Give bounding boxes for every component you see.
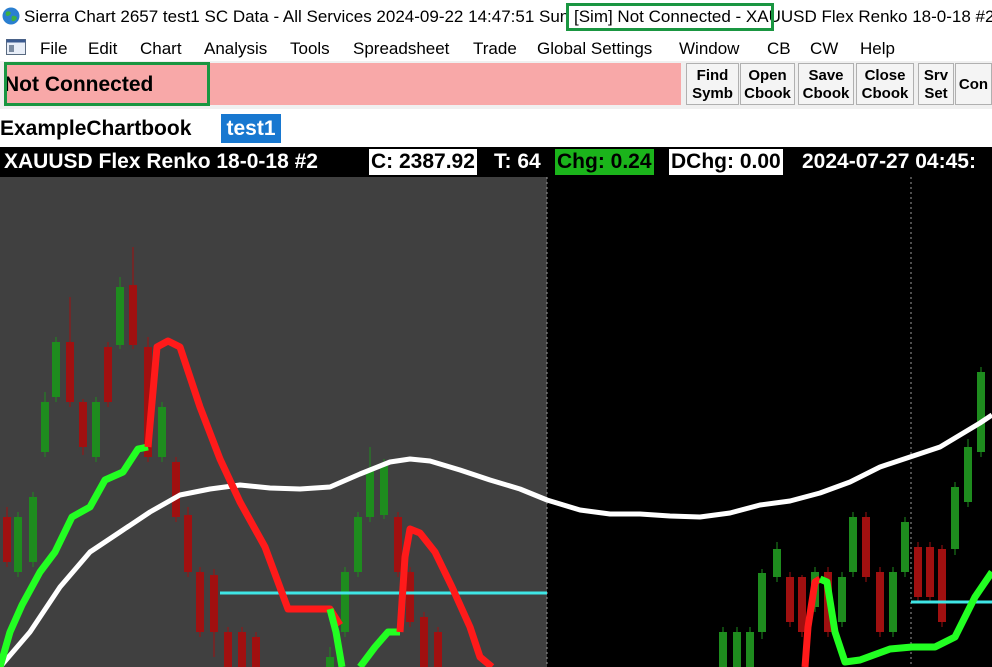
menu-analysis[interactable]: Analysis: [204, 39, 267, 59]
renko-bar-down: [434, 632, 442, 667]
menu-window[interactable]: Window: [679, 39, 739, 59]
menu-spreadsheet[interactable]: Spreadsheet: [353, 39, 449, 59]
close-price: C: 2387.92: [369, 149, 477, 175]
menu-cw[interactable]: CW: [810, 39, 838, 59]
menu-tools[interactable]: Tools: [290, 39, 330, 59]
renko-bar-down: [104, 347, 112, 402]
renko-bar-up: [366, 469, 374, 517]
chartbook-tab-bar: ExampleChartbook test1: [0, 109, 992, 147]
tick-count: T: 64: [494, 150, 541, 173]
renko-bar-up: [977, 372, 985, 452]
daily-change: DChg: 0.00: [669, 149, 783, 175]
renko-bar-up: [849, 517, 857, 572]
renko-bar-down: [3, 517, 11, 562]
renko-bar-up: [838, 577, 846, 622]
renko-bar-down: [798, 577, 806, 632]
chart-header: XAUUSD Flex Renko 18-0-18 #2 C: 2387.92 …: [0, 147, 992, 177]
renko-bar-up: [29, 497, 37, 562]
menu-global-settings[interactable]: Global Settings: [537, 39, 652, 59]
close-chartbook-button[interactable]: Close Cbook: [856, 63, 914, 105]
save-chartbook-button[interactable]: Save Cbook: [798, 63, 854, 105]
renko-bar-up: [951, 487, 959, 549]
renko-bar-up: [901, 522, 909, 572]
control-bar: Not Connected Find Symb Open Cbook Save Cbo…: [0, 61, 992, 109]
renko-bar-up: [733, 632, 741, 667]
renko-bar-up: [964, 447, 972, 502]
current-session-background: [547, 177, 992, 667]
renko-bar-up: [326, 657, 334, 667]
renko-bar-down: [406, 572, 414, 622]
title-bar: Sierra Chart 2657 test1 SC Data - All Se…: [0, 0, 992, 34]
renko-bar-down: [129, 285, 137, 345]
connect-button[interactable]: Con: [955, 63, 992, 105]
renko-bar-down: [238, 632, 246, 667]
open-chartbook-button[interactable]: Open Cbook: [740, 63, 795, 105]
renko-bar-down: [224, 632, 232, 667]
renko-bar-up: [773, 549, 781, 577]
server-settings-button[interactable]: Srv Set: [918, 63, 954, 105]
window-title: Sierra Chart 2657 test1 SC Data - All Se…: [24, 7, 992, 26]
renko-bar-up: [116, 287, 124, 345]
renko-bar-up: [41, 402, 49, 452]
renko-bar-down: [914, 547, 922, 597]
renko-bar-down: [252, 637, 260, 667]
renko-bar-up: [380, 463, 388, 515]
renko-bar-down: [66, 342, 74, 402]
chart-symbol: XAUUSD Flex Renko 18-0-18 #2: [4, 150, 318, 173]
renko-bar-down: [79, 402, 87, 447]
renko-bar-up: [746, 632, 754, 667]
renko-bar-down: [926, 547, 934, 597]
tab-test1[interactable]: test1: [221, 114, 281, 143]
menu-bar: File Edit Chart Analysis Tools Spreadshe…: [0, 34, 992, 61]
find-symbol-button[interactable]: Find Symb: [686, 63, 739, 105]
renko-bar-down: [938, 549, 946, 622]
bar-datetime: 2024-07-27 04:45:: [802, 150, 976, 173]
renko-bar-up: [92, 402, 100, 457]
renko-bar-down: [184, 515, 192, 572]
renko-bar-down: [210, 575, 218, 632]
renko-bar-down: [862, 517, 870, 577]
renko-bar-down: [172, 462, 180, 517]
chartbook-name: ExampleChartbook: [0, 117, 192, 140]
renko-bar-down: [876, 572, 884, 632]
renko-bar-up: [719, 632, 727, 667]
renko-bar-up: [889, 572, 897, 632]
menu-trade[interactable]: Trade: [473, 39, 517, 59]
menu-help[interactable]: Help: [860, 39, 895, 59]
price-chart-canvas: [0, 177, 992, 667]
chart-window-icon[interactable]: [6, 39, 26, 55]
connection-status-text-highlight: [4, 62, 210, 106]
renko-bar-down: [394, 517, 402, 572]
renko-bar-down: [420, 617, 428, 667]
menu-file[interactable]: File: [40, 39, 67, 59]
renko-bar-up: [158, 407, 166, 457]
menu-chart[interactable]: Chart: [140, 39, 182, 59]
renko-bar-up: [354, 517, 362, 572]
menu-edit[interactable]: Edit: [88, 39, 117, 59]
renko-bar-up: [14, 517, 22, 572]
price-chart[interactable]: [0, 177, 992, 667]
sierra-chart-globe-icon: [2, 7, 20, 25]
renko-bar-up: [52, 342, 60, 397]
menu-cb[interactable]: CB: [767, 39, 791, 59]
renko-bar-up: [758, 573, 766, 632]
renko-bar-down: [196, 572, 204, 632]
price-change: Chg: 0.24: [555, 149, 654, 175]
renko-bar-down: [786, 577, 794, 622]
connection-status-highlight: [566, 3, 774, 31]
